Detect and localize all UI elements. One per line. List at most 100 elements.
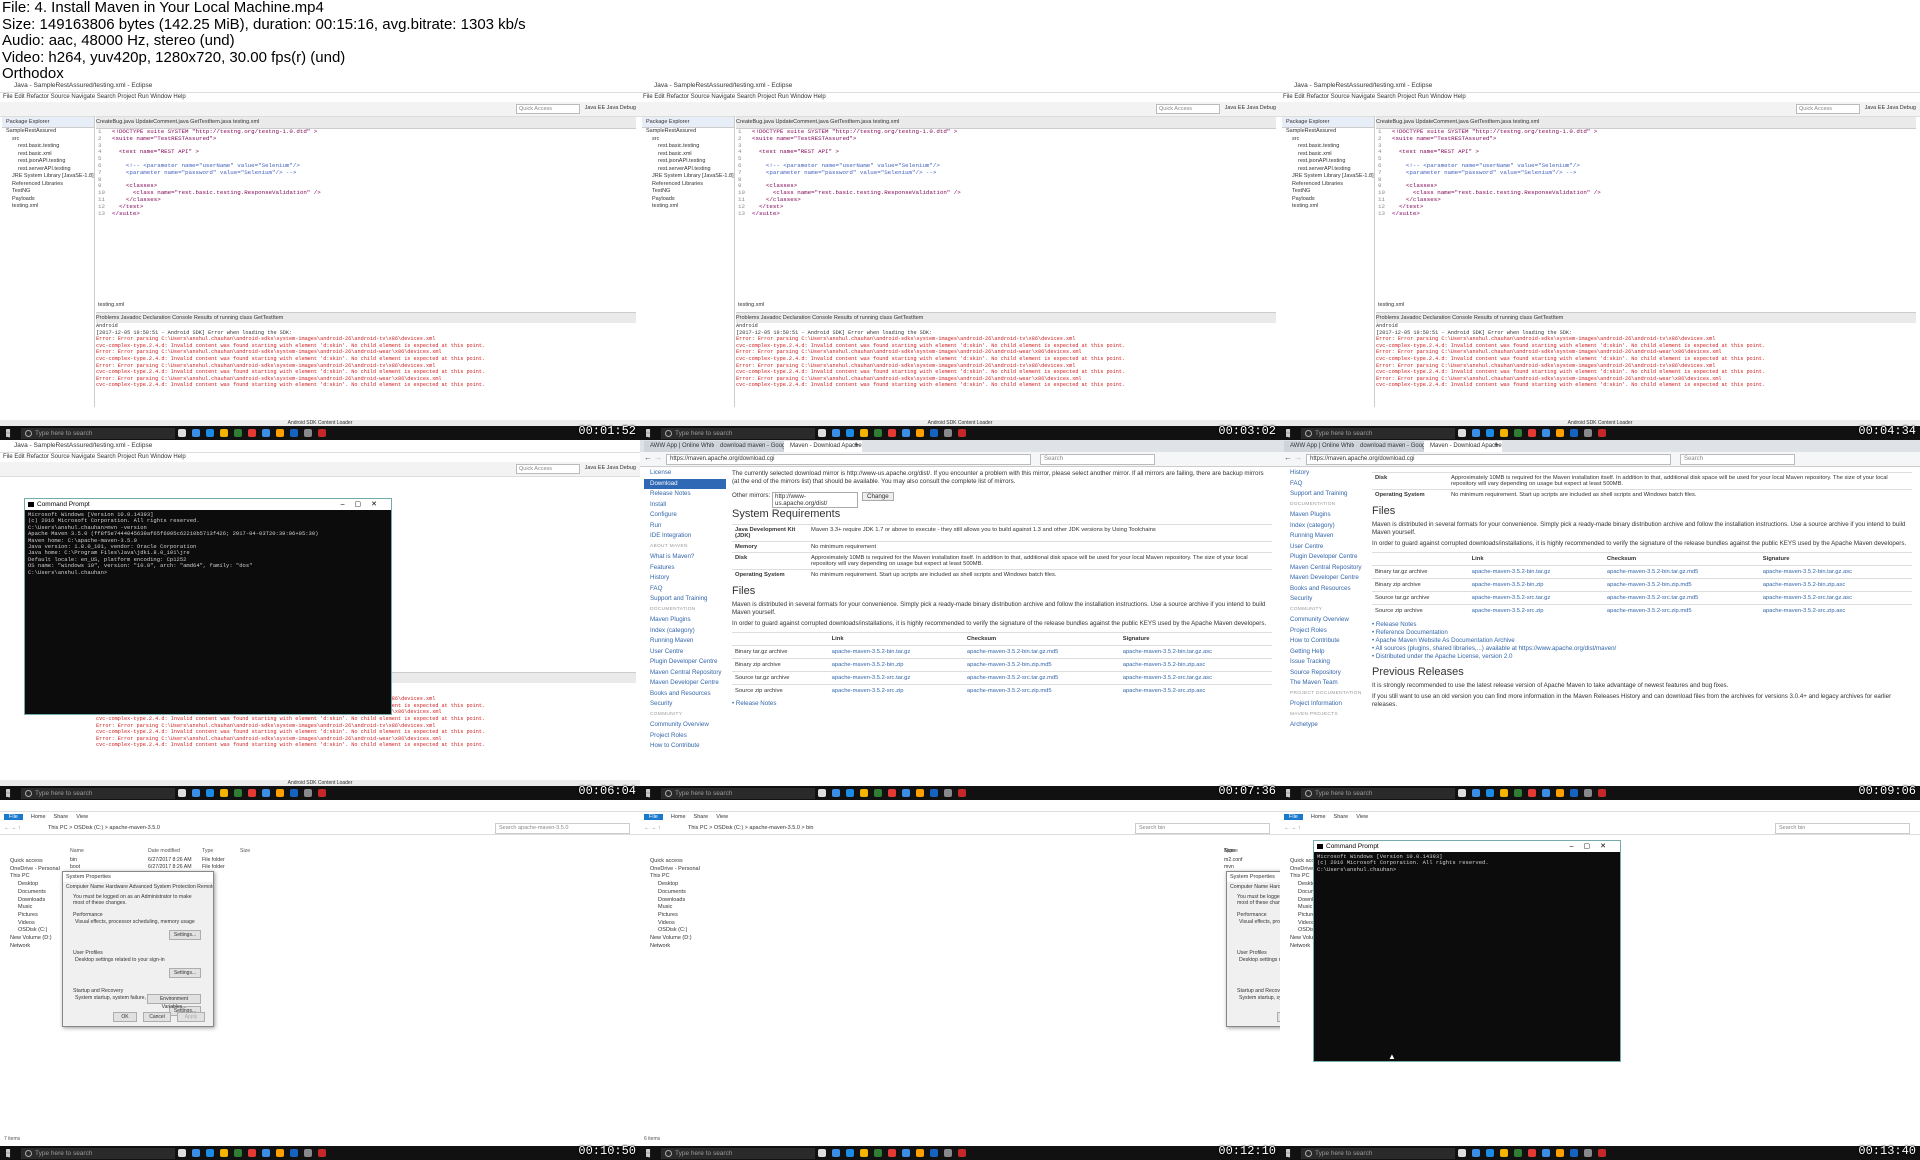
taskbar-app-icon[interactable] bbox=[916, 789, 924, 797]
download-link[interactable]: apache-maven-3.5.2-bin.tar.gz bbox=[828, 645, 964, 659]
taskbar-app-icon[interactable] bbox=[206, 429, 214, 437]
taskbar-app-icon[interactable] bbox=[874, 429, 882, 437]
tree-item[interactable]: Referenced Libraries bbox=[642, 181, 734, 189]
nav-pane-item[interactable]: OneDrive - Personal bbox=[644, 866, 724, 874]
new-tab-icon[interactable]: + bbox=[854, 440, 859, 450]
ribbon-tab[interactable]: File bbox=[4, 814, 23, 820]
download-link[interactable]: apache-maven-3.5.2-src.zip bbox=[828, 684, 964, 697]
bullet-link[interactable]: • All sources (plugins, shared libraries… bbox=[1372, 645, 1912, 653]
bullet-link[interactable]: • Distributed under the Apache License, … bbox=[1372, 653, 1912, 661]
taskbar-app-icon[interactable] bbox=[1514, 429, 1522, 437]
start-button-icon[interactable] bbox=[646, 428, 651, 438]
mirror-select[interactable]: http://www-us.apache.org/dist/ bbox=[772, 492, 858, 508]
sidebar-link[interactable]: Project Information bbox=[1284, 699, 1366, 710]
sidebar-link[interactable]: Project Roles bbox=[644, 731, 726, 742]
taskbar-app-icon[interactable] bbox=[1472, 1149, 1480, 1157]
taskbar-app-icon[interactable] bbox=[874, 1149, 882, 1157]
sidebar-link[interactable]: Index (category) bbox=[1284, 521, 1366, 532]
taskbar-app-icon[interactable] bbox=[1542, 1149, 1550, 1157]
taskbar-search-input[interactable]: Type here to search bbox=[1301, 787, 1455, 799]
taskbar-app-icon[interactable] bbox=[178, 1149, 186, 1157]
start-button-icon[interactable] bbox=[6, 788, 11, 798]
start-button-icon[interactable] bbox=[6, 1148, 11, 1158]
taskbar-app-icon[interactable] bbox=[206, 789, 214, 797]
window-controls[interactable]: –▢✕ bbox=[341, 499, 387, 510]
sidebar-link[interactable]: Community Overview bbox=[644, 720, 726, 731]
sidebar-link[interactable]: Index (category) bbox=[644, 626, 726, 637]
taskbar-app-icon[interactable] bbox=[958, 789, 966, 797]
tree-item[interactable]: src bbox=[642, 136, 734, 144]
sidebar-link[interactable]: User Centre bbox=[644, 647, 726, 658]
start-button-icon[interactable] bbox=[1286, 788, 1291, 798]
download-link[interactable]: apache-maven-3.5.2-bin.zip.md5 bbox=[1603, 578, 1760, 592]
taskbar-app-icon[interactable] bbox=[248, 1149, 256, 1157]
sidebar-link[interactable]: Plugin Developer Centre bbox=[1284, 552, 1366, 563]
taskbar-app-icon[interactable] bbox=[846, 1149, 854, 1157]
perspective-switcher[interactable]: Java EE Java Debug bbox=[585, 465, 636, 471]
sidebar-link[interactable]: Plugin Developer Centre bbox=[644, 657, 726, 668]
browser-tab[interactable]: download maven - Google Search bbox=[714, 441, 792, 452]
ribbon-tab[interactable]: Home bbox=[31, 814, 46, 820]
browser-search-input[interactable]: Search bbox=[1680, 454, 1795, 465]
taskbar-app-icon[interactable] bbox=[1458, 789, 1466, 797]
taskbar-app-icon[interactable] bbox=[290, 1149, 298, 1157]
download-link[interactable]: apache-maven-3.5.2-src.zip bbox=[1468, 604, 1604, 617]
taskbar-app-icon[interactable] bbox=[1584, 789, 1592, 797]
sidebar-link[interactable]: What is Maven? bbox=[644, 552, 726, 563]
tree-item[interactable]: rest.basic.xml bbox=[1282, 151, 1374, 159]
sidebar-link[interactable]: Release Notes bbox=[644, 489, 726, 500]
sidebar-link[interactable]: Maven Developer Centre bbox=[1284, 573, 1366, 584]
sidebar-link[interactable]: Maven Plugins bbox=[1284, 510, 1366, 521]
taskbar-app-icon[interactable] bbox=[888, 789, 896, 797]
taskbar-search-input[interactable]: Type here to search bbox=[661, 1147, 815, 1159]
start-button-icon[interactable] bbox=[1286, 428, 1291, 438]
forward-icon[interactable]: → bbox=[1294, 453, 1302, 462]
taskbar-app-icon[interactable] bbox=[318, 429, 326, 437]
taskbar-app-icon[interactable] bbox=[304, 789, 312, 797]
nav-pane-item[interactable]: Downloads bbox=[644, 897, 724, 905]
taskbar-app-icon[interactable] bbox=[262, 429, 270, 437]
taskbar-search-input[interactable]: Type here to search bbox=[1301, 427, 1455, 439]
quick-access-input[interactable]: Quick Access bbox=[516, 104, 580, 114]
taskbar-app-icon[interactable] bbox=[276, 789, 284, 797]
browser-tab[interactable]: download maven - Google Search bbox=[1354, 441, 1432, 452]
perspective-switcher[interactable]: Java EE Java Debug bbox=[585, 105, 636, 111]
tree-item[interactable]: SampleRestAssured bbox=[642, 128, 734, 136]
browser-tab[interactable]: AWW App | Online Whiteboard bbox=[644, 441, 722, 452]
download-link[interactable]: apache-maven-3.5.2-bin.tar.gz.md5 bbox=[1603, 565, 1760, 579]
taskbar-app-icon[interactable] bbox=[192, 1149, 200, 1157]
release-notes-link[interactable]: • Release Notes bbox=[732, 700, 1272, 707]
start-button-icon[interactable] bbox=[6, 428, 11, 438]
taskbar-app-icon[interactable] bbox=[958, 1149, 966, 1157]
nav-pane-item[interactable]: Music bbox=[644, 904, 724, 912]
ribbon-tab[interactable]: View bbox=[76, 814, 88, 820]
nav-pane-item[interactable]: New Volume (D:) bbox=[644, 935, 724, 943]
taskbar-app-icon[interactable] bbox=[888, 429, 896, 437]
sidebar-link[interactable]: Install bbox=[644, 500, 726, 511]
ribbon-tab[interactable]: View bbox=[1356, 814, 1368, 820]
tree-item[interactable]: rest.basic.xml bbox=[2, 151, 94, 159]
ribbon-tab[interactable]: Home bbox=[671, 814, 686, 820]
tree-item[interactable]: rest.serverAPI.testing bbox=[1282, 166, 1374, 174]
taskbar-app-icon[interactable] bbox=[192, 429, 200, 437]
tree-item[interactable]: rest.basic.testing bbox=[2, 143, 94, 151]
taskbar-search-input[interactable]: Type here to search bbox=[21, 1147, 175, 1159]
taskbar-app-icon[interactable] bbox=[220, 789, 228, 797]
download-link[interactable]: apache-maven-3.5.2-src.tar.gz.asc bbox=[1119, 671, 1272, 685]
download-link[interactable]: apache-maven-3.5.2-bin.tar.gz bbox=[1468, 565, 1604, 579]
taskbar-app-icon[interactable] bbox=[818, 789, 826, 797]
sidebar-link[interactable]: Archetype bbox=[1284, 720, 1366, 731]
sidebar-link[interactable]: Run bbox=[644, 521, 726, 532]
quick-access-input[interactable]: Quick Access bbox=[516, 464, 580, 474]
taskbar-app-icon[interactable] bbox=[1458, 429, 1466, 437]
taskbar-app-icon[interactable] bbox=[1486, 1149, 1494, 1157]
dialog-tabs[interactable]: Computer Name Hardware Advanced System P… bbox=[1227, 882, 1280, 892]
taskbar-app-icon[interactable] bbox=[1486, 789, 1494, 797]
taskbar-app-icon[interactable] bbox=[220, 429, 228, 437]
tree-item[interactable]: JRE System Library [JavaSE-1.8] bbox=[1282, 173, 1374, 181]
nav-pane-item[interactable]: Pictures bbox=[644, 912, 724, 920]
nav-pane-item[interactable]: Quick access bbox=[644, 858, 724, 866]
tree-item[interactable]: testing.xml bbox=[2, 203, 94, 211]
taskbar-app-icon[interactable] bbox=[1542, 429, 1550, 437]
tree-item[interactable]: TestNG bbox=[1282, 188, 1374, 196]
